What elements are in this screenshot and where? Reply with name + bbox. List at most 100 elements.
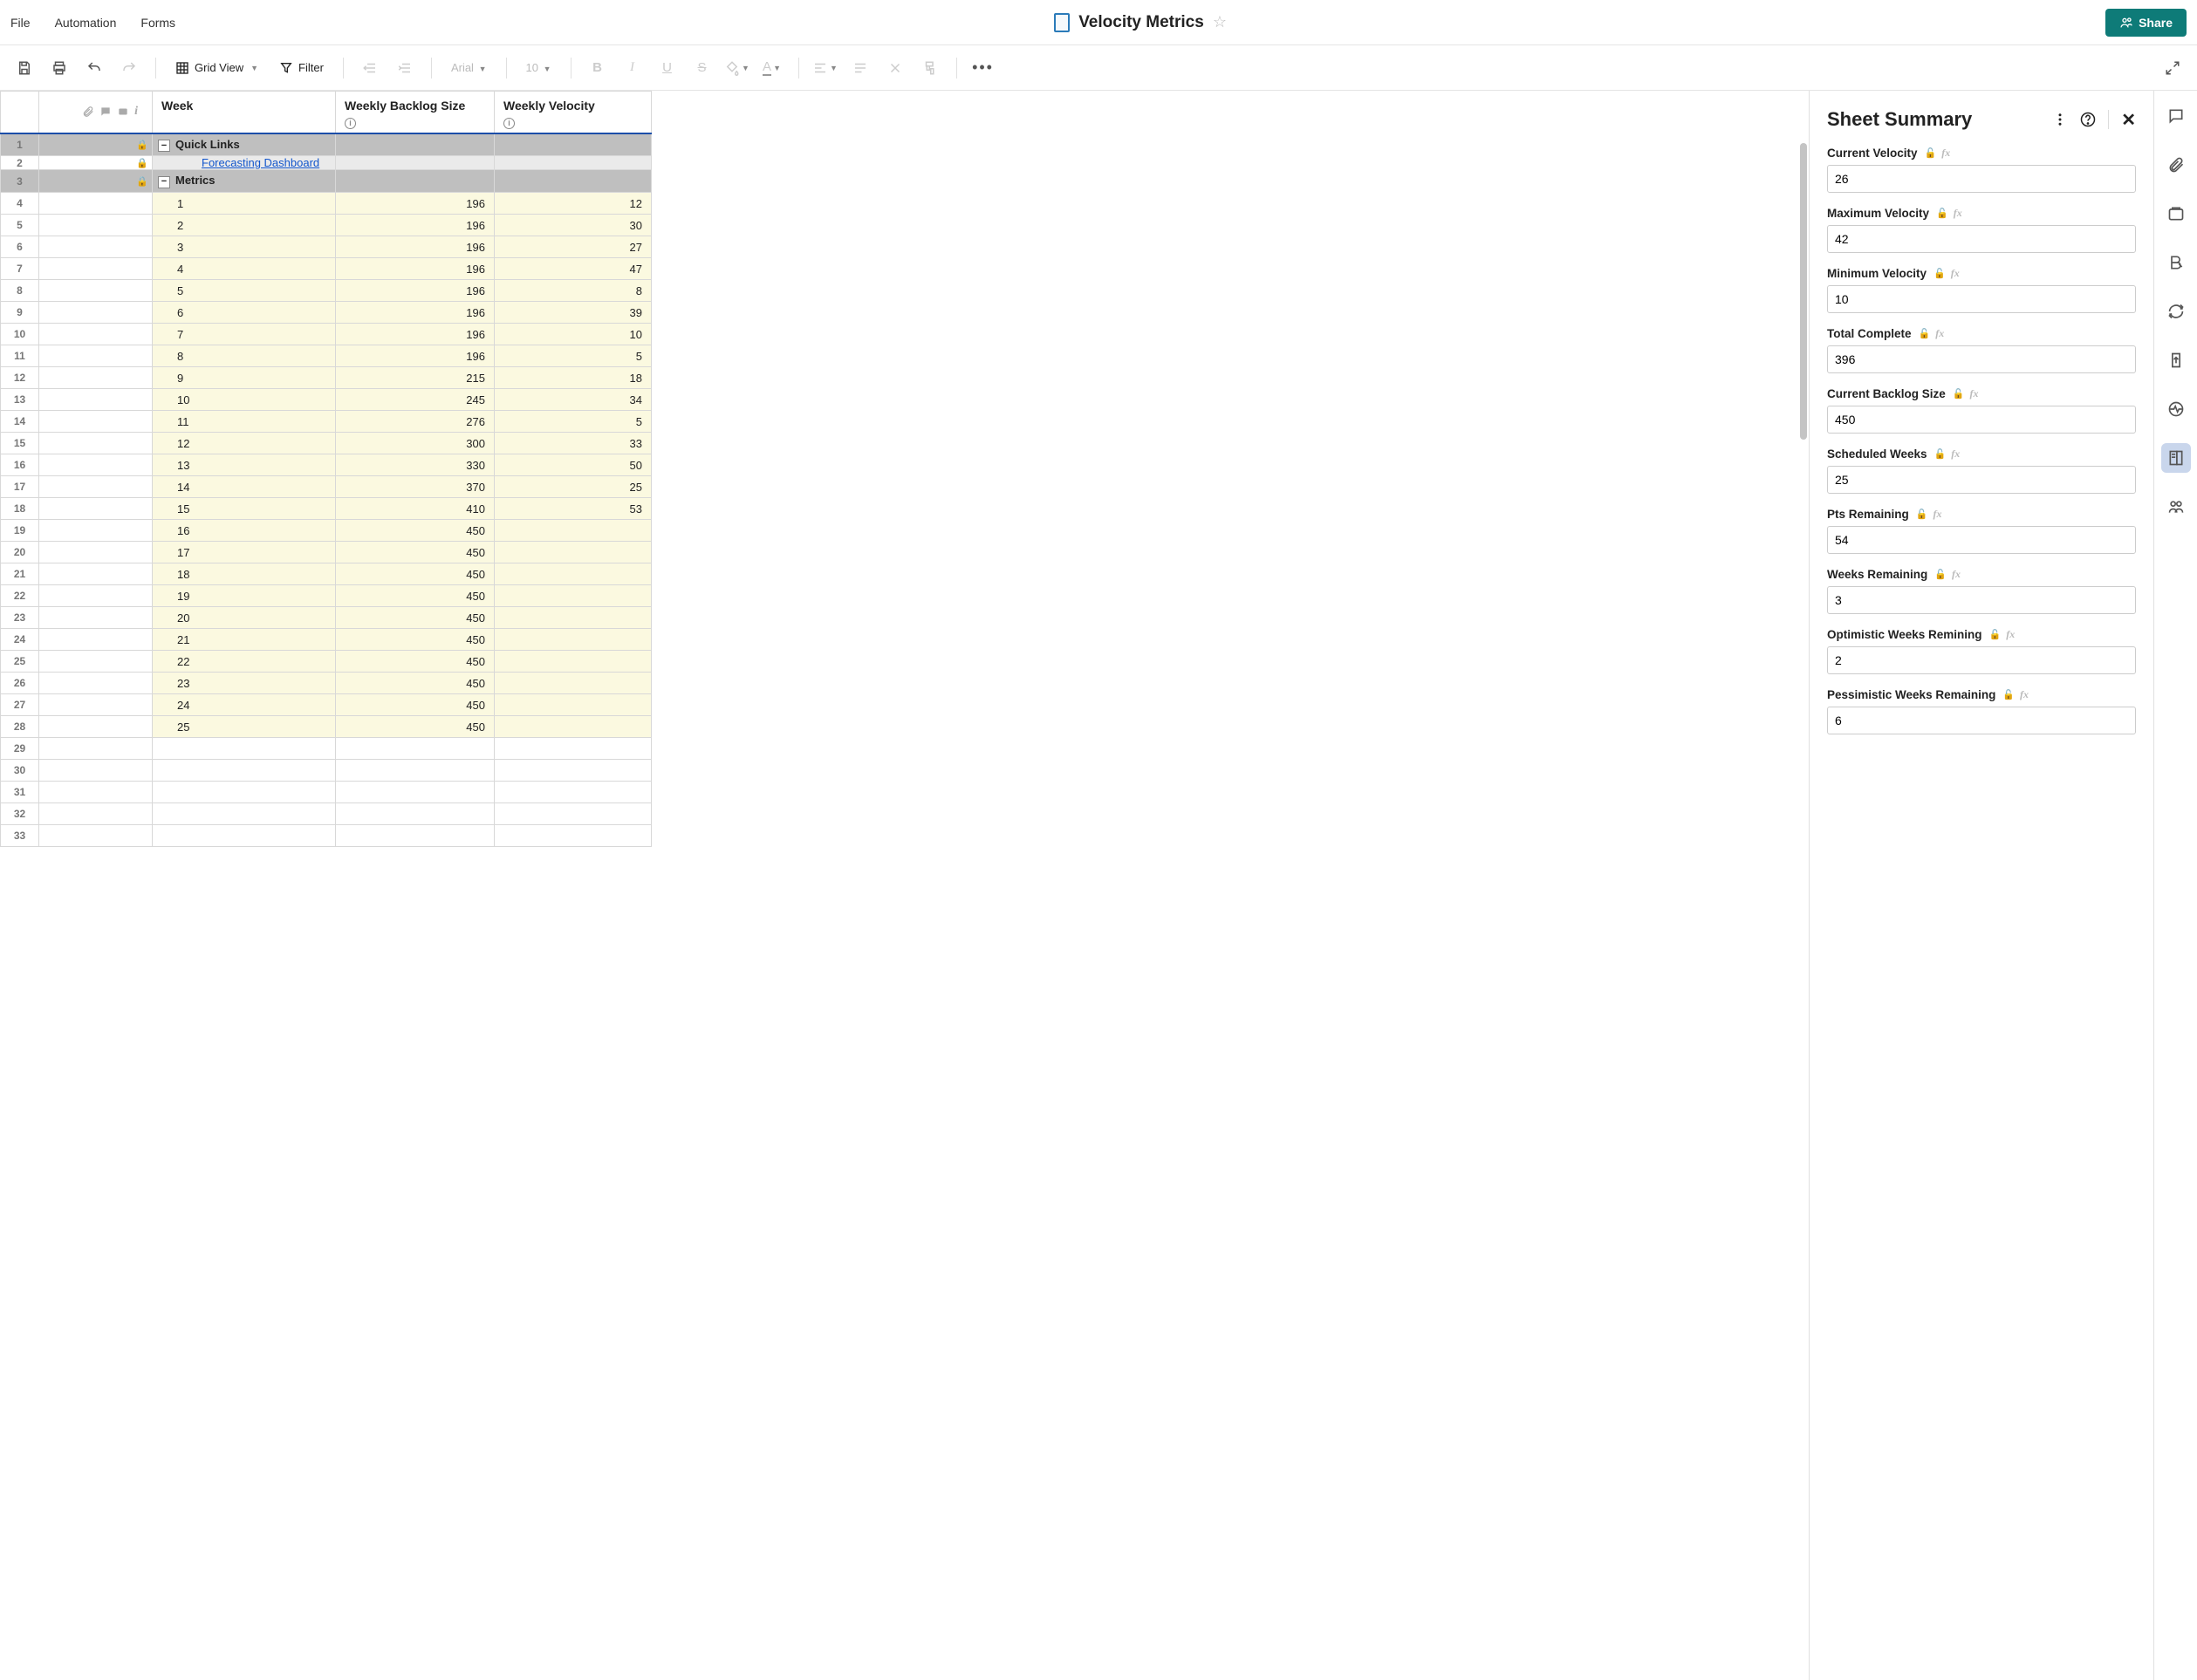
activity-log-icon[interactable] <box>2161 394 2191 424</box>
table-row[interactable]: 1181965 <box>1 345 652 367</box>
cell-week[interactable]: 25 <box>153 716 336 738</box>
cell-velocity[interactable] <box>495 673 652 694</box>
cell-velocity[interactable]: 10 <box>495 324 652 345</box>
info-icon[interactable]: i <box>345 118 356 129</box>
comment-icon[interactable] <box>99 106 112 118</box>
section-row-metrics[interactable]: 3 🔒 −Metrics <box>1 170 652 193</box>
cell-velocity[interactable] <box>495 694 652 716</box>
cell-week[interactable]: 14 <box>153 476 336 498</box>
table-row[interactable]: 2522450 <box>1 651 652 673</box>
table-row[interactable]: 14112765 <box>1 411 652 433</box>
cell-backlog[interactable]: 245 <box>336 389 495 411</box>
table-row[interactable]: 5219630 <box>1 215 652 236</box>
cell-velocity[interactable] <box>495 520 652 542</box>
attachment-icon[interactable] <box>82 106 94 118</box>
cell-week[interactable]: 24 <box>153 694 336 716</box>
table-row[interactable]: 2421450 <box>1 629 652 651</box>
cell-week[interactable]: 1 <box>153 193 336 215</box>
table-row[interactable]: 10719610 <box>1 324 652 345</box>
cell-velocity[interactable] <box>495 760 652 782</box>
cell-backlog[interactable]: 196 <box>336 258 495 280</box>
summary-field-input[interactable] <box>1827 406 2136 434</box>
table-row[interactable]: 12921518 <box>1 367 652 389</box>
cell-velocity[interactable]: 18 <box>495 367 652 389</box>
table-row[interactable]: 181541053 <box>1 498 652 520</box>
proofs-icon[interactable] <box>2161 199 2191 229</box>
cell-velocity[interactable] <box>495 563 652 585</box>
cell-backlog[interactable]: 196 <box>336 345 495 367</box>
cell-week[interactable]: 17 <box>153 542 336 563</box>
cell-week[interactable]: 22 <box>153 651 336 673</box>
cell-velocity[interactable] <box>495 825 652 847</box>
cell-week[interactable]: 9 <box>153 367 336 389</box>
cell-backlog[interactable]: 215 <box>336 367 495 389</box>
cell-velocity[interactable] <box>495 651 652 673</box>
table-row[interactable]: 30 <box>1 760 652 782</box>
share-button[interactable]: Share <box>2105 9 2187 37</box>
table-row[interactable]: 6319627 <box>1 236 652 258</box>
table-row[interactable]: 7419647 <box>1 258 652 280</box>
cell-backlog[interactable] <box>336 760 495 782</box>
more-icon[interactable]: ••• <box>969 54 997 82</box>
cell-backlog[interactable]: 450 <box>336 563 495 585</box>
cell-week[interactable]: 7 <box>153 324 336 345</box>
cell-week[interactable] <box>153 803 336 825</box>
cell-backlog[interactable]: 450 <box>336 694 495 716</box>
cell-week[interactable]: 2 <box>153 215 336 236</box>
close-icon[interactable]: ✕ <box>2121 109 2136 131</box>
table-row[interactable]: 4119612 <box>1 193 652 215</box>
table-row[interactable]: 32 <box>1 803 652 825</box>
column-header-velocity[interactable]: Weekly Velocityi <box>495 92 652 133</box>
summary-field-input[interactable] <box>1827 285 2136 313</box>
collapse-toggle[interactable]: − <box>158 140 170 152</box>
section-label[interactable]: −Quick Links <box>153 133 336 156</box>
scrollbar[interactable] <box>1800 143 1807 440</box>
cell-week[interactable]: 13 <box>153 454 336 476</box>
summary-field-input[interactable] <box>1827 165 2136 193</box>
summary-field-input[interactable] <box>1827 345 2136 373</box>
collapse-toggle[interactable]: − <box>158 176 170 188</box>
cell-week[interactable]: 5 <box>153 280 336 302</box>
table-row[interactable]: 2825450 <box>1 716 652 738</box>
cell-velocity[interactable]: 33 <box>495 433 652 454</box>
cell-velocity[interactable]: 5 <box>495 411 652 433</box>
cell-week[interactable]: 10 <box>153 389 336 411</box>
cell-week[interactable] <box>153 738 336 760</box>
cell-week[interactable]: 15 <box>153 498 336 520</box>
table-row[interactable]: 2724450 <box>1 694 652 716</box>
cell-week[interactable]: 19 <box>153 585 336 607</box>
table-row[interactable]: 171437025 <box>1 476 652 498</box>
cell-backlog[interactable] <box>336 825 495 847</box>
cell-backlog[interactable]: 196 <box>336 236 495 258</box>
cell-velocity[interactable] <box>495 738 652 760</box>
cell-velocity[interactable] <box>495 803 652 825</box>
table-row[interactable]: 33 <box>1 825 652 847</box>
update-requests-icon[interactable] <box>2161 297 2191 326</box>
table-row[interactable]: 2219450 <box>1 585 652 607</box>
help-icon[interactable] <box>2080 112 2096 127</box>
table-row[interactable]: 2320450 <box>1 607 652 629</box>
cell-backlog[interactable] <box>336 803 495 825</box>
table-row[interactable]: 151230033 <box>1 433 652 454</box>
cell-velocity[interactable]: 8 <box>495 280 652 302</box>
cell-backlog[interactable]: 196 <box>336 280 495 302</box>
cell-backlog[interactable]: 450 <box>336 607 495 629</box>
italic-icon[interactable]: I <box>619 54 647 82</box>
cell-backlog[interactable] <box>336 738 495 760</box>
cell-velocity[interactable] <box>495 629 652 651</box>
cell-backlog[interactable]: 330 <box>336 454 495 476</box>
cell-backlog[interactable]: 196 <box>336 302 495 324</box>
cell-week[interactable]: 4 <box>153 258 336 280</box>
cell-backlog[interactable] <box>336 782 495 803</box>
cell-velocity[interactable]: 34 <box>495 389 652 411</box>
font-select[interactable]: Arial ▼ <box>444 58 494 78</box>
cell-week[interactable] <box>153 782 336 803</box>
cell-velocity[interactable]: 30 <box>495 215 652 236</box>
cell-week[interactable]: 21 <box>153 629 336 651</box>
cell-backlog[interactable]: 450 <box>336 629 495 651</box>
summary-field-input[interactable] <box>1827 586 2136 614</box>
cell-velocity[interactable]: 47 <box>495 258 652 280</box>
brandfolder-icon[interactable] <box>2161 248 2191 277</box>
column-header-backlog[interactable]: Weekly Backlog Sizei <box>336 92 495 133</box>
cell-backlog[interactable]: 450 <box>336 520 495 542</box>
